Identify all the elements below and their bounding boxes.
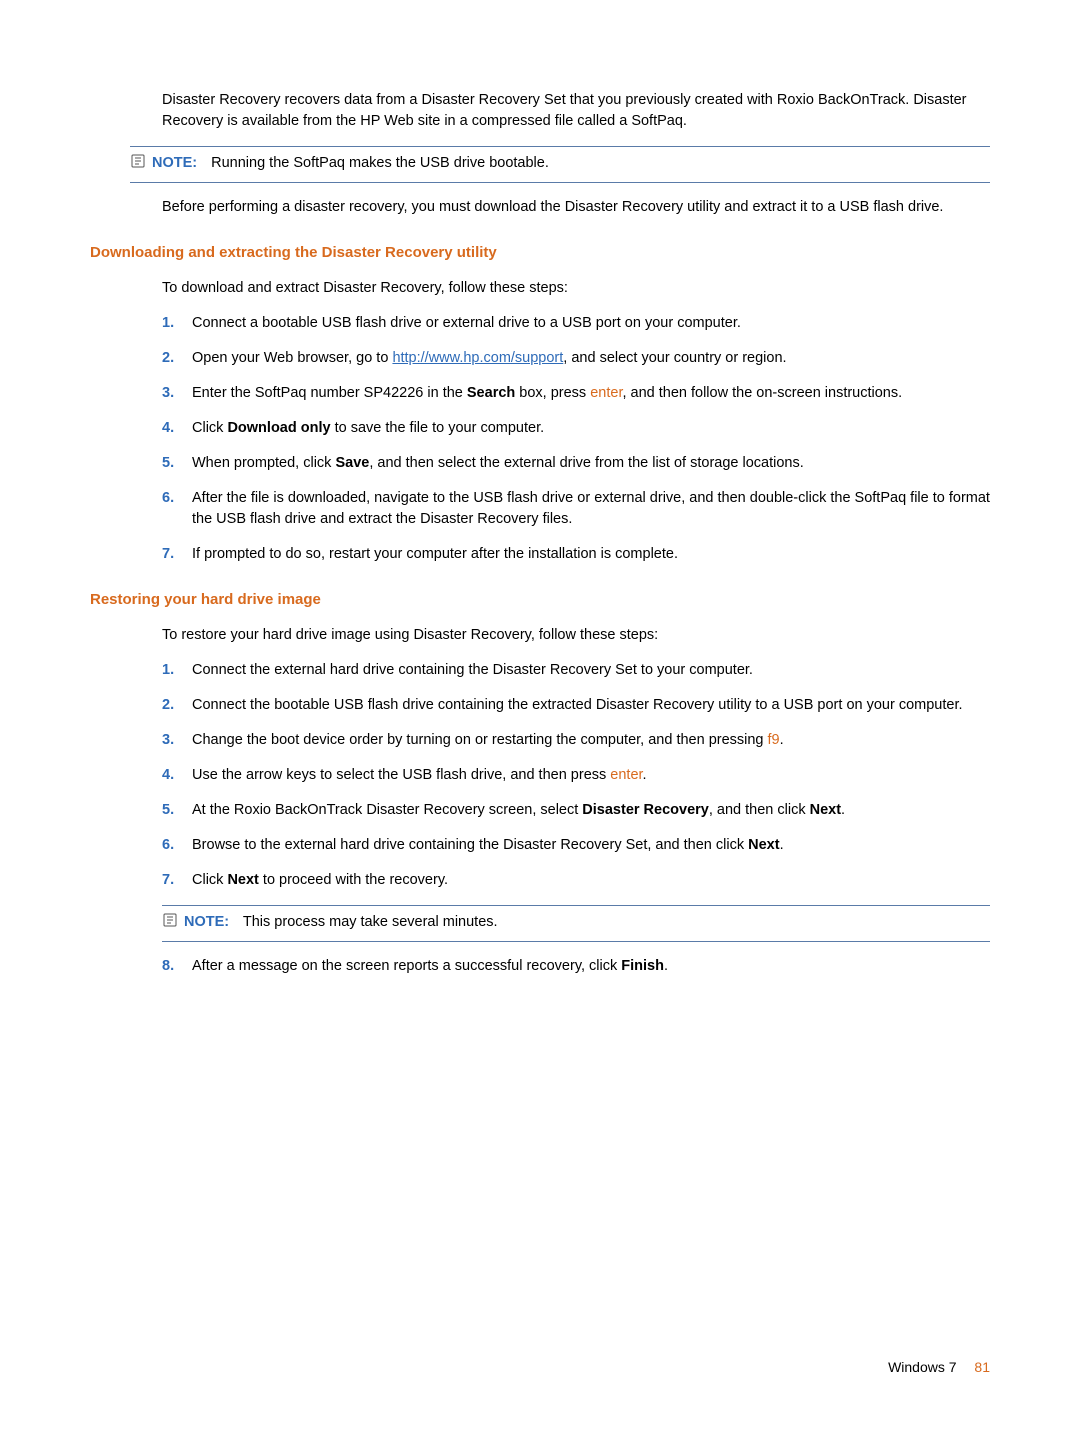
page-footer: Windows 7 81 (888, 1357, 990, 1377)
list-item: 1. Connect the external hard drive conta… (162, 660, 990, 681)
step-text: Use the arrow keys to select the USB fla… (192, 765, 990, 786)
step-text: Connect the external hard drive containi… (192, 660, 990, 681)
list-item: 6. Browse to the external hard drive con… (162, 835, 990, 856)
before-paragraph: Before performing a disaster recovery, y… (90, 197, 990, 218)
note-icon (130, 153, 152, 176)
list-item: 2. Connect the bootable USB flash drive … (162, 695, 990, 716)
list-item: 3. Change the boot device order by turni… (162, 730, 990, 751)
steps-restore: 1. Connect the external hard drive conta… (162, 660, 990, 891)
h2-intro: To restore your hard drive image using D… (90, 625, 990, 646)
note-text: This process may take several minutes. (243, 914, 498, 930)
step-text: Browse to the external hard drive contai… (192, 835, 990, 856)
key-enter: enter (590, 385, 622, 401)
step-number: 1. (162, 313, 192, 334)
note-label: NOTE: (152, 155, 197, 171)
note-label: NOTE: (184, 914, 229, 930)
step-number: 6. (162, 488, 192, 509)
list-item: 5. When prompted, click Save, and then s… (162, 453, 990, 474)
list-item: 6. After the file is downloaded, navigat… (162, 488, 990, 530)
list-item: 8. After a message on the screen reports… (162, 956, 990, 977)
step-number: 4. (162, 418, 192, 439)
note-content: NOTE: Running the SoftPaq makes the USB … (152, 153, 990, 174)
step-text: At the Roxio BackOnTrack Disaster Recove… (192, 800, 990, 821)
list-item: 4. Use the arrow keys to select the USB … (162, 765, 990, 786)
step-number: 7. (162, 870, 192, 891)
step-number: 2. (162, 695, 192, 716)
steps-download: 1. Connect a bootable USB flash drive or… (162, 313, 990, 565)
list-item: 4. Click Download only to save the file … (162, 418, 990, 439)
hp-support-link[interactable]: http://www.hp.com/support (392, 350, 563, 366)
step-number: 4. (162, 765, 192, 786)
step-number: 6. (162, 835, 192, 856)
note-icon (162, 912, 184, 935)
steps-restore-cont: 8. After a message on the screen reports… (162, 956, 990, 977)
step-number: 5. (162, 453, 192, 474)
step-text: After a message on the screen reports a … (192, 956, 990, 977)
step-number: 7. (162, 544, 192, 565)
list-item: 2. Open your Web browser, go to http://w… (162, 348, 990, 369)
step-text: Click Download only to save the file to … (192, 418, 990, 439)
key-f9: f9 (768, 732, 780, 748)
step-text: Connect the bootable USB flash drive con… (192, 695, 990, 716)
list-item: 5. At the Roxio BackOnTrack Disaster Rec… (162, 800, 990, 821)
step-text: After the file is downloaded, navigate t… (192, 488, 990, 530)
key-enter: enter (610, 767, 642, 783)
list-item: 7. If prompted to do so, restart your co… (162, 544, 990, 565)
note-box-1: NOTE: Running the SoftPaq makes the USB … (130, 146, 990, 183)
note-content: NOTE: This process may take several minu… (184, 912, 990, 933)
step-text: Connect a bootable USB flash drive or ex… (192, 313, 990, 334)
step-number: 2. (162, 348, 192, 369)
footer-section: Windows 7 (888, 1359, 956, 1375)
list-item: 7. Click Next to proceed with the recove… (162, 870, 990, 891)
step-text: When prompted, click Save, and then sele… (192, 453, 990, 474)
step-text: Open your Web browser, go to http://www.… (192, 348, 990, 369)
step-text: Enter the SoftPaq number SP42226 in the … (192, 383, 990, 404)
step-number: 3. (162, 730, 192, 751)
list-item: 1. Connect a bootable USB flash drive or… (162, 313, 990, 334)
step-number: 3. (162, 383, 192, 404)
document-page: Disaster Recovery recovers data from a D… (0, 0, 1080, 1437)
note-box-2: NOTE: This process may take several minu… (162, 905, 990, 942)
step-number: 5. (162, 800, 192, 821)
page-number: 81 (974, 1359, 990, 1375)
list-item: 3. Enter the SoftPaq number SP42226 in t… (162, 383, 990, 404)
step-number: 1. (162, 660, 192, 681)
step-text: Click Next to proceed with the recovery. (192, 870, 990, 891)
step-number: 8. (162, 956, 192, 977)
heading-restore: Restoring your hard drive image (90, 589, 990, 611)
step-text: Change the boot device order by turning … (192, 730, 990, 751)
h1-intro: To download and extract Disaster Recover… (90, 278, 990, 299)
note-text: Running the SoftPaq makes the USB drive … (211, 155, 549, 171)
step-text: If prompted to do so, restart your compu… (192, 544, 990, 565)
heading-download: Downloading and extracting the Disaster … (90, 242, 990, 264)
intro-paragraph: Disaster Recovery recovers data from a D… (90, 90, 990, 132)
